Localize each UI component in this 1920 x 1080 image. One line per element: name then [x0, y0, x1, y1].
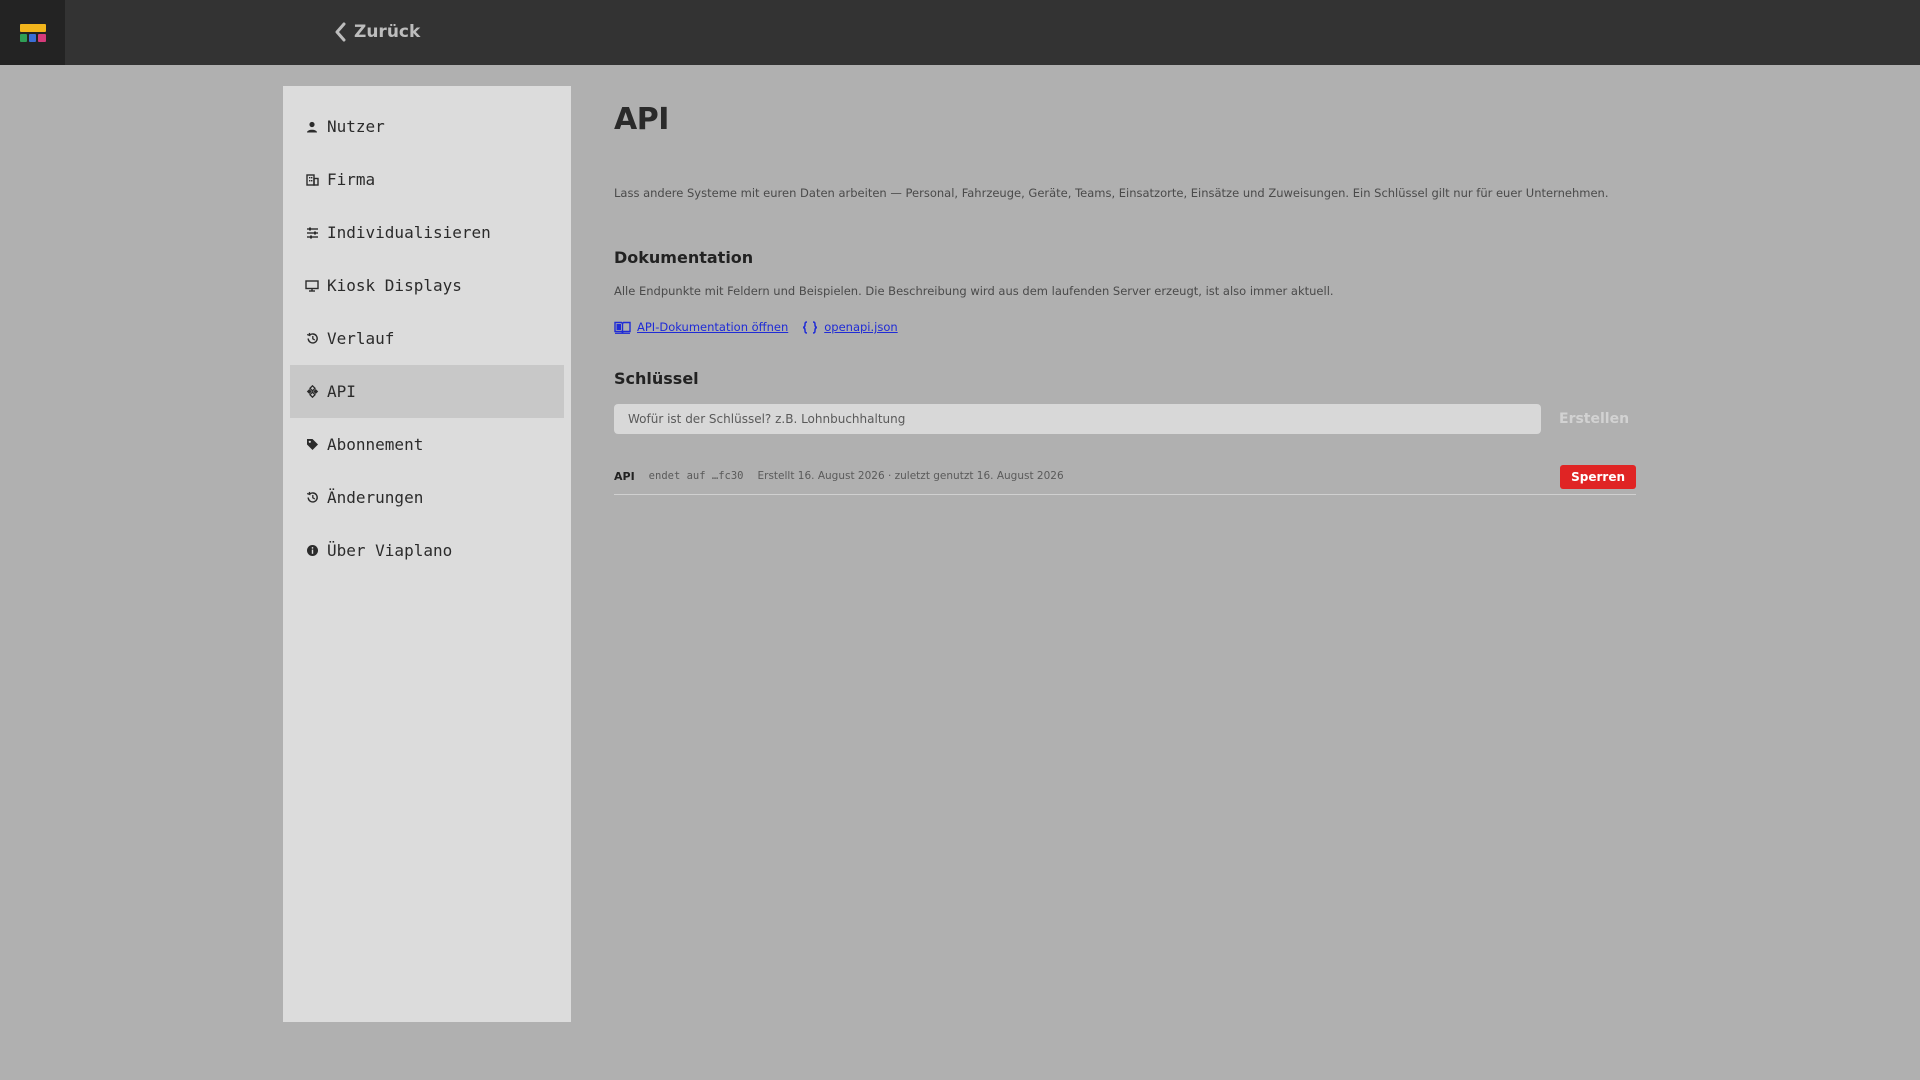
key-meta: Erstellt 16. August 2026 · zuletzt genut… [757, 470, 1064, 482]
back-label: Zurück [354, 22, 421, 42]
openapi-json-link[interactable]: openapi.json [802, 320, 898, 334]
sidebar-item-ueber-viaplano[interactable]: Über Viaplano [290, 524, 564, 577]
tag-icon [305, 438, 319, 452]
braces-icon [803, 320, 818, 334]
api-icon [305, 385, 319, 399]
key-suffix: endet auf …fc30 [648, 470, 744, 482]
sidebar-item-label: Abonnement [327, 435, 424, 454]
sidebar-item-label: Änderungen [327, 488, 424, 507]
keys-section-title: Schlüssel [614, 369, 699, 388]
sidebar-item-api[interactable]: API [290, 365, 564, 418]
sliders-icon [305, 226, 319, 240]
sidebar-item-label: Kiosk Displays [327, 276, 462, 295]
api-settings-panel: API Lass andere Systeme mit euren Daten … [614, 86, 1638, 495]
sidebar-item-label: Nutzer [327, 117, 385, 136]
viaplano-logo-icon [19, 23, 46, 42]
sidebar-item-individualisieren[interactable]: Individualisieren [290, 206, 564, 259]
info-icon [305, 544, 319, 558]
sidebar-item-label: Individualisieren [327, 223, 491, 242]
app-logo[interactable] [0, 0, 65, 65]
openapi-json-link-label: openapi.json [824, 320, 898, 334]
book-icon [614, 321, 631, 334]
sidebar-item-label: API [327, 382, 356, 401]
sidebar-item-verlauf[interactable]: Verlauf [290, 312, 564, 365]
intro-text: Lass andere Systeme mit euren Daten arbe… [614, 186, 1609, 200]
docs-links: API-Dokumentation öffnen openapi.json [614, 320, 898, 334]
monitor-icon [305, 279, 319, 293]
sidebar-item-kiosk-displays[interactable]: Kiosk Displays [290, 259, 564, 312]
key-purpose-input[interactable] [614, 404, 1541, 434]
api-docs-link[interactable]: API-Dokumentation öffnen [614, 320, 788, 334]
docs-description: Alle Endpunkte mit Feldern und Beispiele… [614, 284, 1334, 298]
key-name: API [614, 469, 635, 483]
api-key-row: API endet auf …fc30 Erstellt 16. August … [614, 458, 1636, 495]
settings-sidebar: Nutzer Firma Individualisieren Kiosk Dis… [283, 86, 571, 1022]
api-docs-link-label: API-Dokumentation öffnen [637, 320, 789, 334]
building-icon [305, 173, 319, 187]
sidebar-item-nutzer[interactable]: Nutzer [290, 100, 564, 153]
page-title: API [614, 102, 669, 137]
person-icon [305, 120, 319, 134]
sidebar-item-abonnement[interactable]: Abonnement [290, 418, 564, 471]
changes-icon [305, 491, 319, 505]
sidebar-item-label: Firma [327, 170, 376, 189]
sidebar-item-firma[interactable]: Firma [290, 153, 564, 206]
create-key-form: Erstellen [614, 404, 1638, 434]
sidebar-item-label: Verlauf [327, 329, 395, 348]
create-key-button[interactable]: Erstellen [1555, 411, 1633, 427]
sidebar-item-label: Über Viaplano [327, 541, 453, 560]
history-icon [305, 332, 319, 346]
top-bar: Zurück [0, 0, 1920, 65]
chevron-left-icon [335, 22, 346, 42]
revoke-key-button[interactable]: Sperren [1560, 465, 1636, 489]
back-button[interactable]: Zurück [334, 17, 420, 47]
sidebar-item-aenderungen[interactable]: Änderungen [290, 471, 564, 524]
docs-section-title: Dokumentation [614, 248, 754, 267]
